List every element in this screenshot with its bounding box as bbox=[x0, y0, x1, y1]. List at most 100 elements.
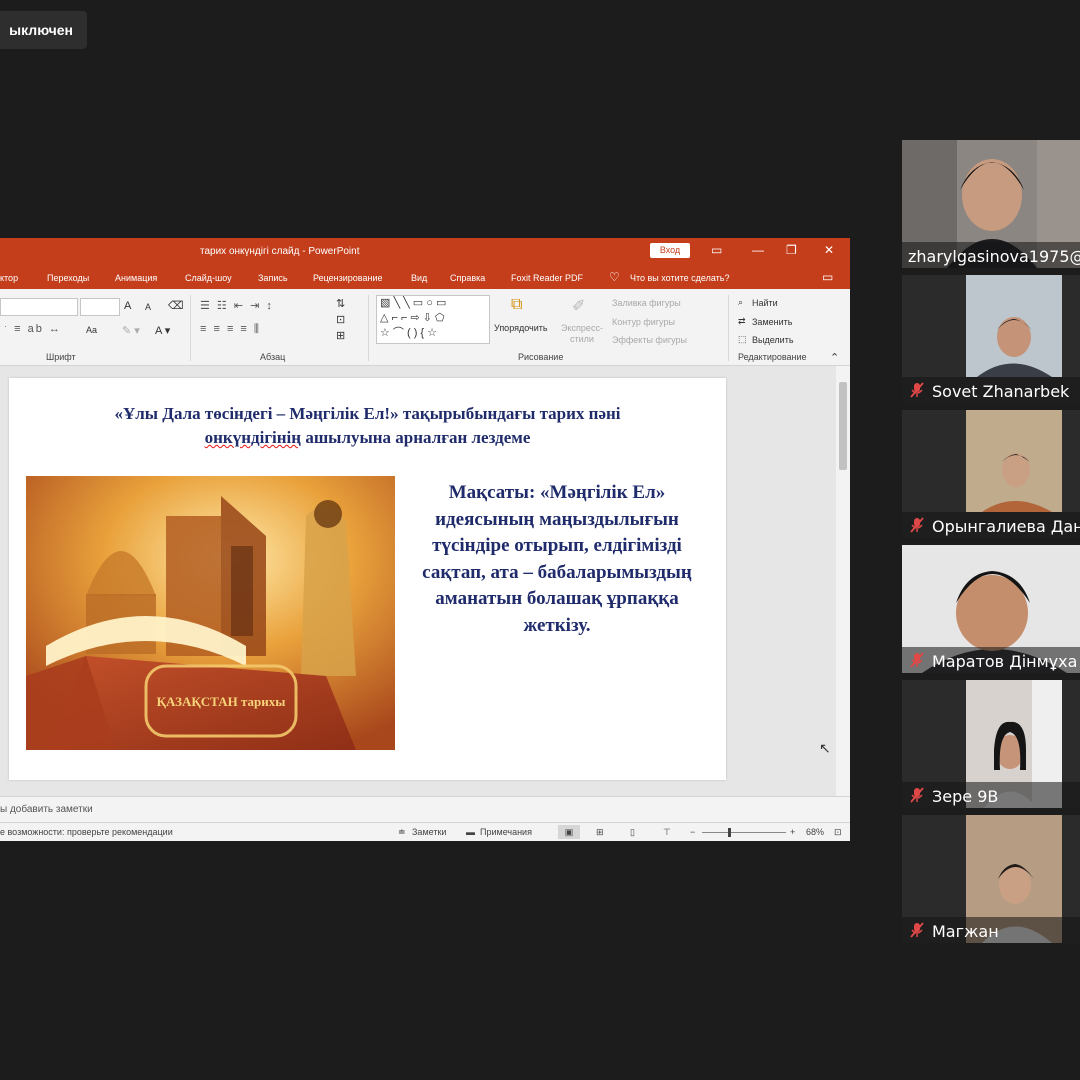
normal-view-icon[interactable]: ▣ bbox=[558, 825, 580, 839]
font-size-select[interactable] bbox=[80, 298, 120, 316]
mute-status-banner: ыключен bbox=[0, 11, 87, 49]
change-case-button[interactable]: Aa bbox=[86, 325, 97, 335]
participant-tile[interactable]: Зере 9В bbox=[902, 680, 1080, 808]
participant-tile[interactable]: Sovet Zhanarbek bbox=[902, 275, 1080, 403]
participant-name-bar: Sovet Zhanarbek bbox=[902, 377, 1080, 403]
ribbon: A A ⌫ ˑ ≡ ab ↔ Aa ✎ ▾ A ▾ Шрифт ☰ ☷ ⇤ ⇥ … bbox=[0, 289, 850, 366]
mouse-cursor-icon: ↖ bbox=[819, 740, 831, 756]
tab-slideshow[interactable]: Слайд-шоу bbox=[185, 273, 232, 283]
participant-name: Маратов Дінмұха bbox=[932, 652, 1078, 671]
tab-constructor[interactable]: ктор bbox=[0, 273, 18, 283]
slide-sorter-icon[interactable]: ⊞ bbox=[596, 827, 604, 838]
tab-animation[interactable]: Анимация bbox=[115, 273, 157, 283]
participant-name: Sovet Zhanarbek bbox=[932, 382, 1070, 401]
fit-slide-icon[interactable]: ⊡ bbox=[834, 827, 842, 838]
ribbon-divider bbox=[190, 295, 191, 361]
participant-name: zharylgasinova1975@ bbox=[908, 247, 1080, 266]
highlight-color-icon[interactable]: ✎ ▾ bbox=[122, 324, 140, 337]
shape-fill-button[interactable]: Заливка фигуры bbox=[612, 298, 681, 308]
kazakh-history-book-image[interactable]: ҚАЗАҚСТАН тарихы bbox=[26, 476, 395, 750]
slide-canvas[interactable]: «Ұлы Дала төсіндегі – Мәңгілік Ел!» тақы… bbox=[9, 378, 726, 780]
tab-record[interactable]: Запись bbox=[258, 273, 288, 283]
paragraph-group-label: Абзац bbox=[260, 352, 286, 362]
arrange-button[interactable]: Упорядочить bbox=[494, 323, 548, 333]
slide-title-line2: ашылуына арналған лездеме bbox=[301, 428, 531, 447]
slideshow-view-icon[interactable]: ⊤ bbox=[663, 827, 671, 838]
participant-name: Магжан bbox=[932, 922, 999, 941]
accessibility-status[interactable]: е возможности: проверьте рекомендации bbox=[0, 827, 173, 837]
muted-mic-icon bbox=[910, 652, 924, 668]
comments-status-icon: ▬ bbox=[466, 827, 475, 837]
status-bar: е возможности: проверьте рекомендации ≐ … bbox=[0, 822, 850, 841]
lightbulb-icon: ♡ bbox=[609, 270, 620, 284]
notes-button[interactable]: Заметки bbox=[412, 827, 446, 837]
ribbon-display-options-icon[interactable]: ▭ bbox=[711, 243, 722, 258]
replace-button[interactable]: Заменить bbox=[752, 317, 792, 327]
paragraph-align-icons[interactable]: ≡ ≡ ≡ ≡ ⫼ bbox=[200, 323, 261, 336]
font-name-select[interactable] bbox=[0, 298, 78, 316]
zoom-slider[interactable] bbox=[702, 832, 786, 833]
font-format-icons[interactable]: ˑ ≡ ab ↔ bbox=[4, 323, 62, 335]
participant-name-bar: Орынгалиева Дан bbox=[902, 512, 1080, 538]
participant-tile[interactable]: Орынгалиева Дан bbox=[902, 410, 1080, 538]
participant-tile[interactable]: Маратов Дінмұха bbox=[902, 545, 1080, 673]
shape-effects-button[interactable]: Эффекты фигуры bbox=[612, 335, 687, 345]
mute-status-text: ыключен bbox=[9, 22, 73, 38]
slide-body-text[interactable]: Мақсаты: «Мәңгілік Ел» идеясының маңызды… bbox=[407, 480, 707, 639]
tab-help[interactable]: Справка bbox=[450, 273, 485, 283]
tab-foxit[interactable]: Foxit Reader PDF bbox=[511, 273, 583, 283]
align-text-icon[interactable]: ⊡ bbox=[336, 313, 345, 326]
quick-styles-button[interactable]: Экспресс-стили bbox=[558, 323, 606, 345]
reading-view-icon[interactable]: ▯ bbox=[630, 827, 635, 838]
ribbon-tabs: ктор Переходы Анимация Слайд-шоу Запись … bbox=[0, 265, 850, 289]
muted-mic-icon bbox=[910, 922, 924, 938]
quick-styles-icon: ✐ bbox=[572, 298, 586, 315]
tell-me-search[interactable]: Что вы хотите сделать? bbox=[630, 273, 730, 283]
participant-tile[interactable]: Магжан bbox=[902, 815, 1080, 943]
signin-button[interactable]: Вход bbox=[650, 243, 690, 258]
find-button[interactable]: Найти bbox=[752, 298, 778, 308]
ribbon-divider bbox=[368, 295, 369, 361]
slide-title[interactable]: «Ұлы Дала төсіндегі – Мәңгілік Ел!» тақы… bbox=[9, 402, 726, 450]
font-color-icon[interactable]: A ▾ bbox=[155, 324, 170, 337]
zoom-out-button[interactable]: − bbox=[690, 827, 695, 837]
tab-review[interactable]: Рецензирование bbox=[313, 273, 383, 283]
notes-icon: ≐ bbox=[398, 827, 406, 837]
participant-name-bar: Зере 9В bbox=[902, 782, 1080, 808]
shape-outline-button[interactable]: Контур фигуры bbox=[612, 317, 675, 327]
clear-format-icon[interactable]: ⌫ bbox=[168, 299, 184, 312]
comments-icon[interactable]: ▭ bbox=[822, 270, 833, 284]
tab-transitions[interactable]: Переходы bbox=[47, 273, 89, 283]
muted-mic-icon bbox=[910, 787, 924, 803]
zoom-slider-thumb[interactable] bbox=[728, 828, 731, 837]
shapes-gallery[interactable]: ▧ ╲ ╲ ▭ ○ ▭ △ ⌐ ⌐ ⇨ ⇩ ⬠ ☆ ⌒ ( ) { ☆ bbox=[376, 295, 490, 344]
select-icon: ⬚ bbox=[738, 334, 747, 344]
list-indent-icons[interactable]: ☰ ☷ ⇤ ⇥ ↕ bbox=[200, 299, 274, 312]
decrease-font-button[interactable]: A bbox=[145, 302, 151, 312]
increase-font-button[interactable]: A bbox=[124, 300, 131, 312]
replace-icon: ⇄ bbox=[738, 316, 746, 326]
select-button[interactable]: Выделить bbox=[752, 335, 794, 345]
tab-view[interactable]: Вид bbox=[411, 273, 427, 283]
muted-mic-icon bbox=[910, 517, 924, 533]
vertical-scrollbar[interactable] bbox=[836, 366, 850, 796]
maximize-icon[interactable]: ❐ bbox=[786, 243, 797, 258]
notes-pane[interactable]: ы добавить заметки bbox=[0, 796, 850, 823]
participant-name: Орынгалиева Дан bbox=[932, 517, 1080, 536]
powerpoint-window: тарих онкүндігі слайд - PowerPoint Вход … bbox=[0, 238, 850, 841]
scrollbar-thumb[interactable] bbox=[839, 382, 847, 470]
smartart-icon[interactable]: ⊞ bbox=[336, 329, 345, 342]
editing-group-label: Редактирование bbox=[738, 352, 807, 362]
arrange-icon: ⧉ bbox=[511, 296, 523, 313]
muted-mic-icon bbox=[910, 382, 924, 398]
zoom-level[interactable]: 68% bbox=[806, 827, 824, 837]
close-icon[interactable]: ✕ bbox=[824, 243, 834, 258]
zoom-in-button[interactable]: + bbox=[790, 827, 795, 837]
title-bar: тарих онкүндігі слайд - PowerPoint Вход … bbox=[0, 238, 850, 265]
minimize-icon[interactable]: — bbox=[752, 243, 764, 258]
find-icon: ⌕ bbox=[738, 297, 744, 307]
text-direction-icon[interactable]: ⇅ bbox=[336, 297, 345, 310]
participant-tile[interactable]: zharylgasinova1975@ bbox=[902, 140, 1080, 268]
comments-button[interactable]: Примечания bbox=[480, 827, 532, 837]
collapse-ribbon-icon[interactable]: ⌃ bbox=[830, 351, 839, 364]
